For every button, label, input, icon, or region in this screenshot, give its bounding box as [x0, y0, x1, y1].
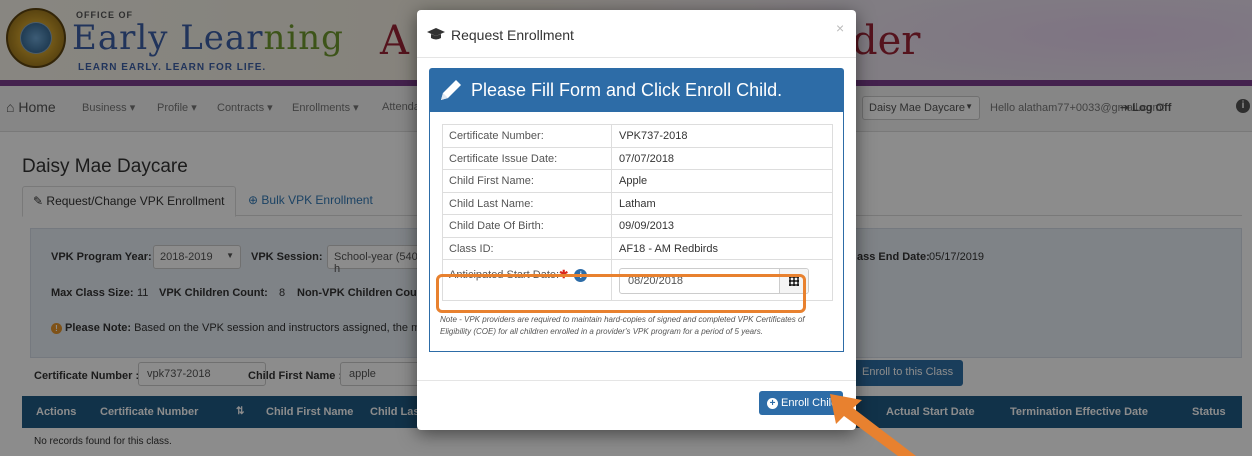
modal-title: Request Enrollment — [451, 27, 574, 43]
field-value: VPK737-2018 — [619, 130, 688, 142]
page: OFFICE OF Early Learning LEARN EARLY. LE… — [0, 0, 1252, 456]
field-row: Child Last Name: Latham — [443, 192, 832, 215]
field-label: Child First Name: — [449, 175, 534, 187]
field-label: Certificate Issue Date: — [449, 152, 558, 165]
annotation-arrow-icon — [830, 394, 916, 456]
modal-footer-divider — [417, 380, 856, 381]
form-title: Please Fill Form and Click Enroll Child. — [471, 80, 783, 100]
field-label: Class ID: — [449, 242, 494, 255]
field-value: Apple — [619, 175, 648, 187]
field-row: Certificate Issue Date: 07/07/2018 — [443, 147, 832, 170]
close-icon[interactable]: × — [836, 20, 844, 36]
field-value: 09/09/2013 — [619, 220, 675, 232]
graduation-cap-icon — [427, 28, 445, 40]
pencil-icon — [441, 80, 461, 100]
field-label: Certificate Number: — [449, 130, 544, 142]
field-label: Child Date Of Birth: — [449, 220, 544, 232]
modal-header: Request Enrollment × — [417, 10, 856, 58]
start-date-highlight — [436, 274, 806, 313]
form-header: Please Fill Form and Click Enroll Child. — [429, 68, 844, 112]
field-value: Latham — [619, 197, 656, 210]
field-row: Child First Name: Apple — [443, 170, 832, 193]
coe-disclaimer: Note - VPK providers are required to mai… — [440, 315, 805, 336]
field-row: Class ID: AF18 - AM Redbirds — [443, 237, 832, 260]
plus-circle-icon: + — [767, 398, 778, 409]
request-enrollment-modal: Request Enrollment × Please Fill Form an… — [417, 10, 856, 430]
enrollment-form: Certificate Number: VPK737-2018 Certific… — [429, 112, 844, 352]
field-label: Child Last Name: — [449, 197, 534, 210]
field-value: AF18 - AM Redbirds — [619, 242, 719, 255]
field-row: Child Date Of Birth: 09/09/2013 — [443, 215, 832, 238]
field-row: Certificate Number: VPK737-2018 — [443, 125, 832, 148]
field-value: 07/07/2018 — [619, 152, 675, 165]
